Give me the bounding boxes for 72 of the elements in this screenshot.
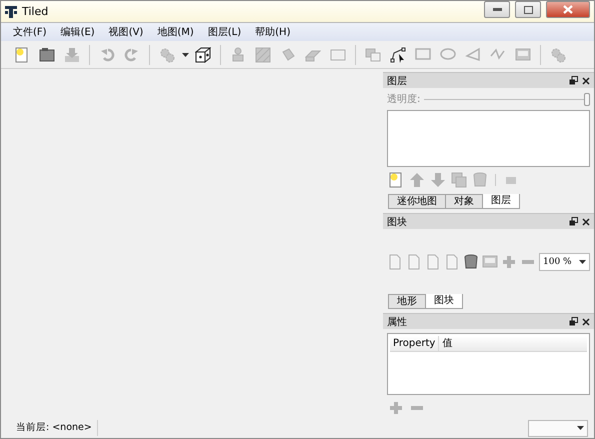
column-header[interactable]: 值 (439, 336, 456, 351)
menu-item[interactable]: 文件(F) (7, 24, 53, 40)
close-icon[interactable] (582, 76, 590, 84)
download-icon (64, 46, 80, 62)
page-icon (387, 254, 403, 270)
redo-icon (124, 46, 140, 62)
close-button[interactable] (546, 1, 590, 18)
tab[interactable]: 地形 (388, 294, 426, 309)
panel-title: 属性 (387, 316, 408, 328)
tab[interactable]: 对象 (445, 194, 483, 209)
zoom-dropdown[interactable]: 100 % (539, 252, 590, 270)
caret-icon (579, 260, 586, 264)
caret-icon (182, 52, 188, 56)
gears-icon (159, 46, 175, 62)
new-file-icon (14, 46, 30, 62)
arrow-up-icon (409, 172, 425, 188)
trash-icon (463, 254, 479, 270)
tab[interactable]: 图层 (482, 194, 520, 209)
image-icon (482, 254, 498, 270)
menu-item[interactable]: 帮助(H) (249, 24, 296, 40)
gears-icon (550, 46, 566, 62)
panel-title: 图块 (387, 216, 408, 228)
panel-title: 图层 (387, 74, 408, 88)
close-icon (563, 5, 573, 14)
polyline-icon (490, 46, 506, 62)
triangle-icon (465, 46, 481, 62)
node-edit-icon (390, 46, 406, 62)
new-file-icon (388, 172, 404, 188)
window-title: Tiled (22, 5, 50, 18)
dice-icon (195, 46, 211, 62)
caret-icon (577, 426, 584, 430)
maximize-button[interactable] (515, 1, 541, 18)
close-icon[interactable] (582, 218, 590, 226)
menu-item[interactable]: 图层(L) (202, 24, 248, 40)
plus-icon (388, 400, 404, 416)
folder-icon (39, 46, 55, 62)
minus-icon (522, 260, 534, 264)
image-icon (515, 46, 531, 62)
page-icon (425, 254, 441, 270)
grid-icon (255, 46, 271, 62)
arrow-down-icon (430, 172, 446, 188)
float-icon[interactable] (569, 317, 578, 326)
menu-item[interactable]: 编辑(E) (54, 24, 101, 40)
menu-item[interactable]: 地图(M) (151, 24, 200, 40)
rectangle-icon (415, 46, 431, 62)
page-icon (406, 254, 422, 270)
shapes-icon (365, 46, 381, 62)
app-logo-icon (5, 6, 17, 18)
status-text: 当前层: <none> (11, 420, 98, 436)
minus-icon (411, 406, 423, 410)
float-icon[interactable] (569, 217, 578, 226)
tab[interactable]: 图块 (425, 294, 463, 309)
layer-list[interactable] (387, 110, 590, 167)
stamp-icon (230, 46, 246, 62)
float-icon[interactable] (569, 76, 578, 85)
rectangle-icon (330, 46, 346, 62)
close-icon[interactable] (582, 318, 590, 326)
trash-icon (472, 172, 488, 188)
copy-icon (451, 172, 467, 188)
undo-icon (99, 46, 115, 62)
opacity-label: 透明度: (387, 92, 420, 106)
dropdown-field[interactable] (528, 420, 588, 436)
column-header[interactable]: Property (390, 336, 440, 351)
minimize-button[interactable] (484, 1, 510, 18)
tab[interactable]: 迷你地图 (388, 194, 446, 209)
plus-icon (501, 254, 517, 270)
minimize-icon (492, 8, 502, 11)
page-icon (444, 254, 460, 270)
menu-item[interactable]: 视图(V) (102, 24, 150, 40)
zoom-value: 100 % (543, 256, 572, 266)
maximize-icon (524, 6, 532, 14)
ellipse-icon (440, 46, 456, 62)
